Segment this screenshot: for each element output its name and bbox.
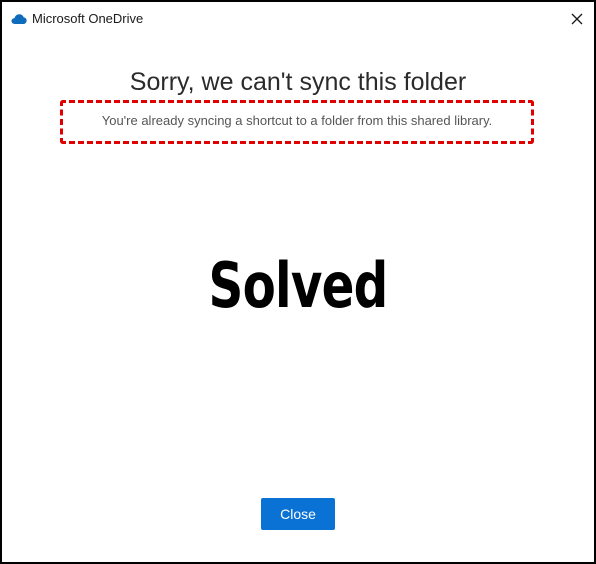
onedrive-cloud-icon: [11, 12, 27, 24]
dialog-heading: Sorry, we can't sync this folder: [129, 68, 467, 96]
solved-overlay-text: Solved: [208, 249, 389, 322]
onedrive-dialog-window: Microsoft OneDrive Sorry, we can't sync …: [0, 0, 596, 564]
close-button[interactable]: Close: [261, 498, 335, 530]
dialog-message: You're already syncing a shortcut to a f…: [101, 113, 493, 128]
window-title: Microsoft OneDrive: [32, 11, 144, 26]
message-highlight-box: You're already syncing a shortcut to a f…: [60, 100, 534, 144]
title-bar: Microsoft OneDrive: [2, 2, 594, 36]
close-icon[interactable]: [564, 6, 590, 32]
